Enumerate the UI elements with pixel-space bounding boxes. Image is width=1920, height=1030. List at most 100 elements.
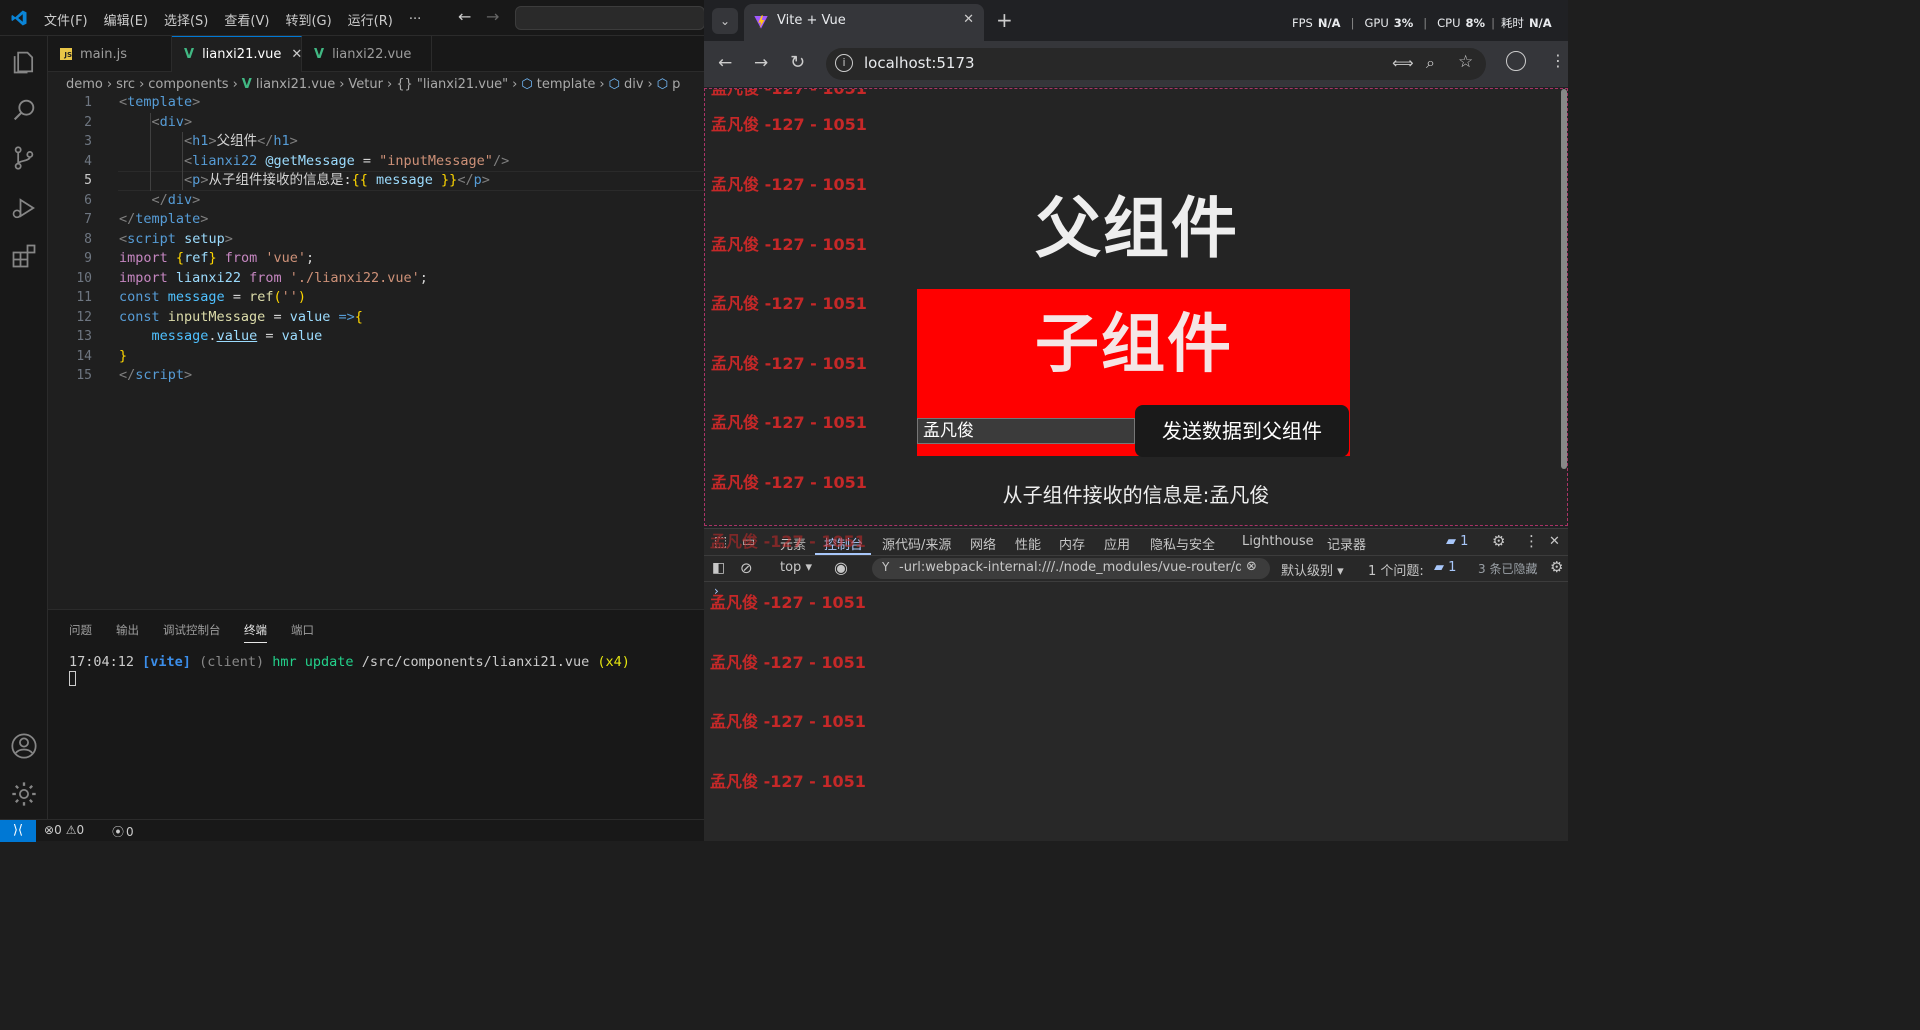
message-value: 孟凡俊 — [1209, 483, 1270, 507]
tab-lianxi21-vue[interactable]: V lianxi21.vue ✕ — [172, 36, 302, 72]
breadcrumb-item[interactable]: lianxi21.vue — [256, 77, 335, 92]
cpu-label: CPU — [1437, 16, 1461, 30]
profile-icon[interactable] — [1506, 51, 1526, 71]
page-scrollbar[interactable] — [1561, 89, 1567, 469]
watermark: 孟凡俊 -127 - 1051 — [711, 235, 867, 254]
gear-icon[interactable] — [10, 780, 38, 808]
more-menu-icon[interactable]: ⋮ — [1550, 51, 1566, 70]
remote-icon[interactable]: ⟩⟨ — [0, 820, 36, 842]
more-menu-icon[interactable]: ⋮ — [1524, 532, 1539, 550]
vue-file-icon: V — [314, 46, 325, 62]
code-editor[interactable]: 1 2 3 4 5 6 7 8 9 10 11 12 13 14 15 <tem… — [48, 93, 704, 609]
translate-icon[interactable]: ⟺ — [1392, 54, 1414, 72]
context-selector[interactable]: top ▾ — [780, 560, 812, 575]
watermark: 孟凡俊 -127 - 1051 — [711, 354, 867, 373]
source-control-icon[interactable] — [10, 144, 38, 172]
site-info-icon[interactable]: i — [835, 54, 853, 72]
chevron-right-icon: › — [386, 76, 393, 92]
gear-icon[interactable]: ⚙ — [1492, 532, 1505, 550]
terminal-output[interactable]: 17:04:12 [vite] (client) hmr update /src… — [69, 654, 630, 670]
warning-icon: ⚠ — [65, 823, 77, 837]
breadcrumb-item[interactable]: src — [116, 77, 135, 92]
close-tab-icon[interactable]: ✕ — [963, 12, 974, 27]
menu-more[interactable]: ··· — [409, 12, 421, 27]
menu-edit[interactable]: 编辑(E) — [104, 10, 148, 29]
child-component: 子组件 孟凡俊 发送数据到父组件 — [917, 289, 1350, 457]
problems-status[interactable]: ⊗ 0 ⚠ 0 — [44, 823, 84, 837]
message-icon: ▰ — [1434, 560, 1444, 575]
devtools-tab-network[interactable]: 网络 — [970, 534, 996, 553]
panel-tab-debug-console[interactable]: 调试控制台 — [163, 622, 221, 638]
run-debug-icon[interactable] — [10, 194, 38, 222]
search-icon[interactable] — [10, 96, 38, 124]
breadcrumb-item[interactable]: Vetur — [348, 77, 383, 92]
menu-view[interactable]: 查看(V) — [224, 10, 269, 29]
close-icon[interactable]: ✕ — [291, 47, 302, 62]
extensions-icon[interactable] — [10, 242, 38, 270]
explorer-icon[interactable] — [10, 48, 38, 76]
devtools-tab-memory[interactable]: 内存 — [1059, 534, 1085, 553]
tab-main-js[interactable]: JS main.js — [48, 36, 172, 72]
console-output[interactable]: › 孟凡俊 -127 - 1051 孟凡俊 -127 - 1051 孟凡俊 -1… — [704, 582, 1568, 841]
message-prefix: 从子组件接收的信息是: — [1002, 483, 1210, 507]
panel-tab-ports[interactable]: 端口 — [291, 622, 314, 638]
menu-run[interactable]: 运行(R) — [348, 10, 393, 29]
line-number: 11 — [76, 290, 92, 305]
browser-tab-bar: ⌄ Vite + Vue ✕ + FPS N/A | GPU 3% | CPU 8% … — [704, 0, 1568, 41]
menu-go[interactable]: 转到(G) — [285, 10, 331, 29]
forward-arrow-icon[interactable]: → — [486, 7, 499, 26]
forward-arrow-icon[interactable]: → — [754, 53, 768, 73]
breadcrumb-item[interactable]: demo — [66, 77, 103, 92]
clear-filter-icon[interactable]: ⊗ — [1246, 559, 1257, 574]
breadcrumb-item[interactable]: p — [672, 77, 680, 92]
url-bar[interactable]: i localhost:5173 ⟺ ⌕ ☆ — [826, 48, 1486, 80]
reload-icon[interactable]: ↻ — [790, 52, 805, 73]
issues-badge[interactable]: ▰ 1 — [1446, 534, 1468, 549]
devtools-tab-application[interactable]: 应用 — [1104, 534, 1130, 553]
devtools-tab-sources[interactable]: 源代码/来源 — [882, 534, 951, 553]
menu-file[interactable]: 文件(F) — [44, 10, 88, 29]
breadcrumb-item[interactable]: div — [624, 77, 644, 92]
clear-console-icon[interactable]: ⊘ — [740, 559, 753, 577]
tab-lianxi22-vue[interactable]: V lianxi22.vue — [302, 36, 432, 72]
child-text-input[interactable]: 孟凡俊 — [917, 418, 1135, 444]
breadcrumb-item[interactable]: {} "lianxi21.vue" — [396, 77, 508, 92]
back-arrow-icon[interactable]: ← — [458, 7, 471, 26]
send-to-parent-button[interactable]: 发送数据到父组件 — [1135, 405, 1349, 457]
url-text[interactable]: localhost:5173 — [864, 54, 975, 72]
devtools-tab-privacy[interactable]: 隐私与安全 — [1150, 534, 1215, 553]
watermark: 孟凡俊 -127 - 1051 — [711, 115, 867, 134]
console-filter-input[interactable]: Y -url:webpack-internal:///./node_module… — [872, 558, 1270, 579]
devtools-tab-performance[interactable]: 性能 — [1015, 534, 1041, 553]
panel-tab-terminal[interactable]: 终端 — [244, 622, 267, 643]
devtools-tab-lighthouse[interactable]: Lighthouse — [1242, 534, 1314, 549]
devtools-tab-recorder[interactable]: 记录器 — [1327, 534, 1366, 553]
breadcrumb-item[interactable]: components — [148, 77, 228, 92]
context-value: top — [780, 560, 802, 575]
gear-icon[interactable]: ⚙ — [1550, 558, 1563, 576]
zoom-icon[interactable]: ⌕ — [1426, 53, 1435, 73]
fps-value: N/A — [1317, 16, 1341, 30]
ports-status[interactable]: ⦿ 0 — [112, 823, 134, 840]
browser-tab[interactable]: Vite + Vue ✕ — [744, 4, 984, 41]
breadcrumb-item[interactable]: template — [537, 77, 596, 92]
back-arrow-icon[interactable]: ← — [718, 53, 732, 73]
command-center-search[interactable] — [515, 6, 705, 30]
panel-tab-problems[interactable]: 问题 — [69, 622, 92, 638]
issues-count[interactable]: ▰ 1 — [1434, 560, 1456, 575]
close-icon[interactable]: ✕ — [1549, 534, 1560, 549]
address-bar-row: ← → ↻ i localhost:5173 ⟺ ⌕ ☆ ⋮ — [704, 41, 1568, 87]
panel-tab-output[interactable]: 输出 — [116, 622, 139, 638]
accounts-icon[interactable] — [10, 732, 38, 760]
chevron-right-icon: › — [599, 76, 605, 92]
chevron-right-icon: › — [339, 76, 345, 92]
log-level-selector[interactable]: 默认级别 ▾ — [1281, 560, 1344, 579]
menu-bar: 文件(F) 编辑(E) 选择(S) 查看(V) 转到(G) 运行(R) ··· — [44, 10, 437, 29]
new-tab-icon[interactable]: + — [996, 8, 1013, 32]
menu-selection[interactable]: 选择(S) — [164, 10, 208, 29]
sidebar-toggle-icon[interactable]: ◧ — [712, 560, 725, 576]
eye-icon[interactable]: ◉ — [834, 558, 848, 577]
code-line-14: } — [119, 347, 128, 364]
tab-search-icon[interactable]: ⌄ — [712, 8, 738, 34]
bookmark-star-icon[interactable]: ☆ — [1458, 52, 1473, 72]
